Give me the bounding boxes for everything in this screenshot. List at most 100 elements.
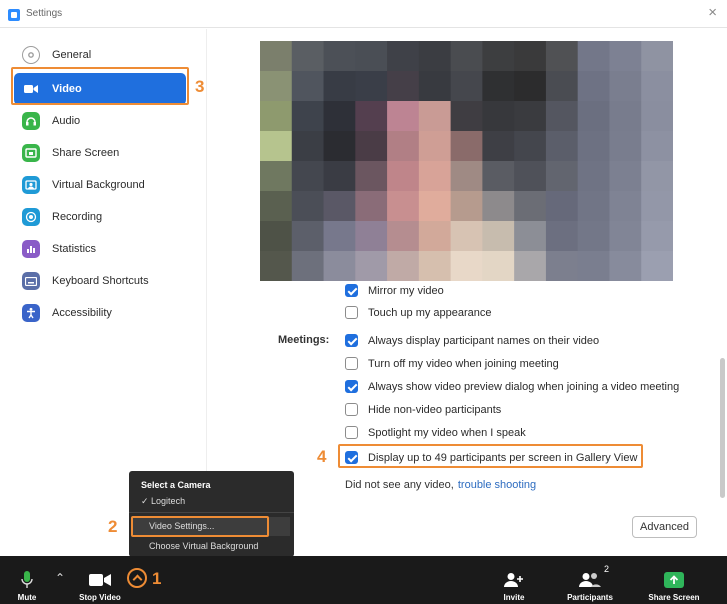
option-spotlight-video[interactable]: Spotlight my video when I speak xyxy=(345,426,526,439)
keyboard-icon xyxy=(22,272,40,290)
participants-icon xyxy=(579,567,601,593)
pixel-tile xyxy=(577,101,611,132)
pixel-tile xyxy=(450,221,483,252)
participants-count-badge: 2 xyxy=(604,564,610,574)
pixel-tile xyxy=(355,251,388,281)
pixel-tile xyxy=(514,161,547,192)
audio-options-caret-icon[interactable]: ⌃ xyxy=(55,571,65,585)
menu-divider xyxy=(129,512,294,513)
option-label: Mirror my video xyxy=(368,284,444,297)
pixel-tile xyxy=(545,71,579,102)
participants-button[interactable]: Participants xyxy=(560,556,620,604)
sidebar-item-keyboard-shortcuts[interactable]: Keyboard Shortcuts xyxy=(14,265,186,297)
checkbox[interactable] xyxy=(345,426,358,439)
menu-item-logitech[interactable]: ✓ Logitech xyxy=(141,496,185,507)
sidebar-item-recording[interactable]: Recording xyxy=(14,201,186,233)
sidebar-item-share-screen[interactable]: Share Screen xyxy=(14,137,186,169)
option-label: Turn off my video when joining meeting xyxy=(368,357,559,370)
video-options-caret-icon[interactable] xyxy=(127,568,147,588)
window-title: Settings xyxy=(26,8,63,19)
pixel-tile xyxy=(482,71,515,102)
pixel-tile xyxy=(641,251,673,281)
pixel-tile xyxy=(641,101,673,132)
close-icon[interactable]: × xyxy=(708,4,717,21)
invite-button[interactable]: Invite xyxy=(496,556,532,604)
option-hide-non-video[interactable]: Hide non-video participants xyxy=(345,403,501,416)
pixel-tile xyxy=(641,191,673,222)
sidebar-item-label: Recording xyxy=(52,211,103,223)
pixel-tile xyxy=(387,131,420,162)
title-bar: Settings × xyxy=(0,0,727,28)
sidebar-item-virtual-background[interactable]: Virtual Background xyxy=(14,169,186,201)
stop-video-button[interactable]: Stop Video xyxy=(72,556,128,604)
pixel-tile xyxy=(291,251,325,281)
sidebar-item-label: Accessibility xyxy=(52,307,112,319)
pixel-tile xyxy=(545,101,579,132)
option-video-preview-dialog[interactable]: Always show video preview dialog when jo… xyxy=(345,380,679,393)
pixel-tile xyxy=(260,41,293,72)
option-display-participant-names[interactable]: Always display participant names on thei… xyxy=(345,334,599,347)
pixel-tile xyxy=(641,161,673,192)
mute-button[interactable]: Mute xyxy=(8,556,46,604)
share-screen-button[interactable]: Share Screen xyxy=(644,556,704,604)
option-touch-up-appearance[interactable]: Touch up my appearance xyxy=(345,306,492,319)
option-label: Always show video preview dialog when jo… xyxy=(368,380,680,393)
pixel-tile xyxy=(514,41,547,72)
pixel-tile xyxy=(482,101,515,132)
checkbox[interactable] xyxy=(345,284,358,297)
pixel-tile xyxy=(387,71,420,102)
pixel-tile xyxy=(641,221,673,252)
pixel-tile xyxy=(355,41,388,72)
pixel-tile xyxy=(609,41,642,72)
checkbox[interactable] xyxy=(345,380,358,393)
pixel-tile xyxy=(387,41,420,72)
pixel-tile xyxy=(609,71,642,102)
sidebar-item-label: Share Screen xyxy=(52,147,120,159)
pixel-tile xyxy=(577,71,611,102)
checkbox[interactable] xyxy=(345,334,358,347)
option-turn-off-video-joining[interactable]: Turn off my video when joining meeting xyxy=(345,357,559,370)
pixel-tile xyxy=(291,221,325,252)
pixel-tile xyxy=(482,191,515,222)
pixel-tile xyxy=(545,131,579,162)
pixel-tile xyxy=(577,221,611,252)
pixel-tile xyxy=(260,131,293,162)
sidebar-item-label: General xyxy=(52,49,92,61)
pixel-tile xyxy=(387,221,420,252)
pixel-tile xyxy=(418,41,452,72)
sidebar-item-label: Keyboard Shortcuts xyxy=(52,275,149,287)
highlight-box-video xyxy=(11,67,189,105)
pixel-tile xyxy=(514,131,547,162)
pixel-tile xyxy=(545,221,579,252)
pixel-tile xyxy=(609,101,642,132)
checkbox[interactable] xyxy=(345,306,358,319)
meetings-section-label: Meetings: xyxy=(278,334,330,346)
pixel-tile xyxy=(323,191,356,222)
pixel-tile xyxy=(260,101,293,132)
menu-heading: Select a Camera xyxy=(141,480,211,490)
checkbox[interactable] xyxy=(345,403,358,416)
pixel-tile xyxy=(323,221,356,252)
sidebar-item-statistics[interactable]: Statistics xyxy=(14,233,186,265)
step-number-3: 3 xyxy=(195,77,205,96)
menu-item-choose-virtual-background[interactable]: Choose Virtual Background xyxy=(149,541,258,551)
pixel-tile xyxy=(482,41,515,72)
pixel-tile xyxy=(323,101,356,132)
scrollbar[interactable] xyxy=(720,358,725,498)
pixel-tile xyxy=(355,191,388,222)
pixel-tile xyxy=(323,71,356,102)
sidebar-item-label: Audio xyxy=(52,115,81,127)
pixel-tile xyxy=(260,221,293,252)
pixel-tile xyxy=(260,251,293,281)
sidebar-item-audio[interactable]: Audio xyxy=(14,105,186,137)
sidebar-item-accessibility[interactable]: Accessibility xyxy=(14,297,186,329)
option-mirror-video[interactable]: Mirror my video xyxy=(345,284,444,297)
pixel-tile xyxy=(387,191,420,222)
advanced-button[interactable]: Advanced xyxy=(632,516,697,538)
trouble-shooting-link[interactable]: trouble shooting xyxy=(458,479,536,491)
zoom-app-icon xyxy=(8,9,20,21)
pixel-tile xyxy=(577,191,611,222)
checkbox[interactable] xyxy=(345,357,358,370)
gear-icon xyxy=(22,46,40,64)
pixel-tile xyxy=(482,131,515,162)
